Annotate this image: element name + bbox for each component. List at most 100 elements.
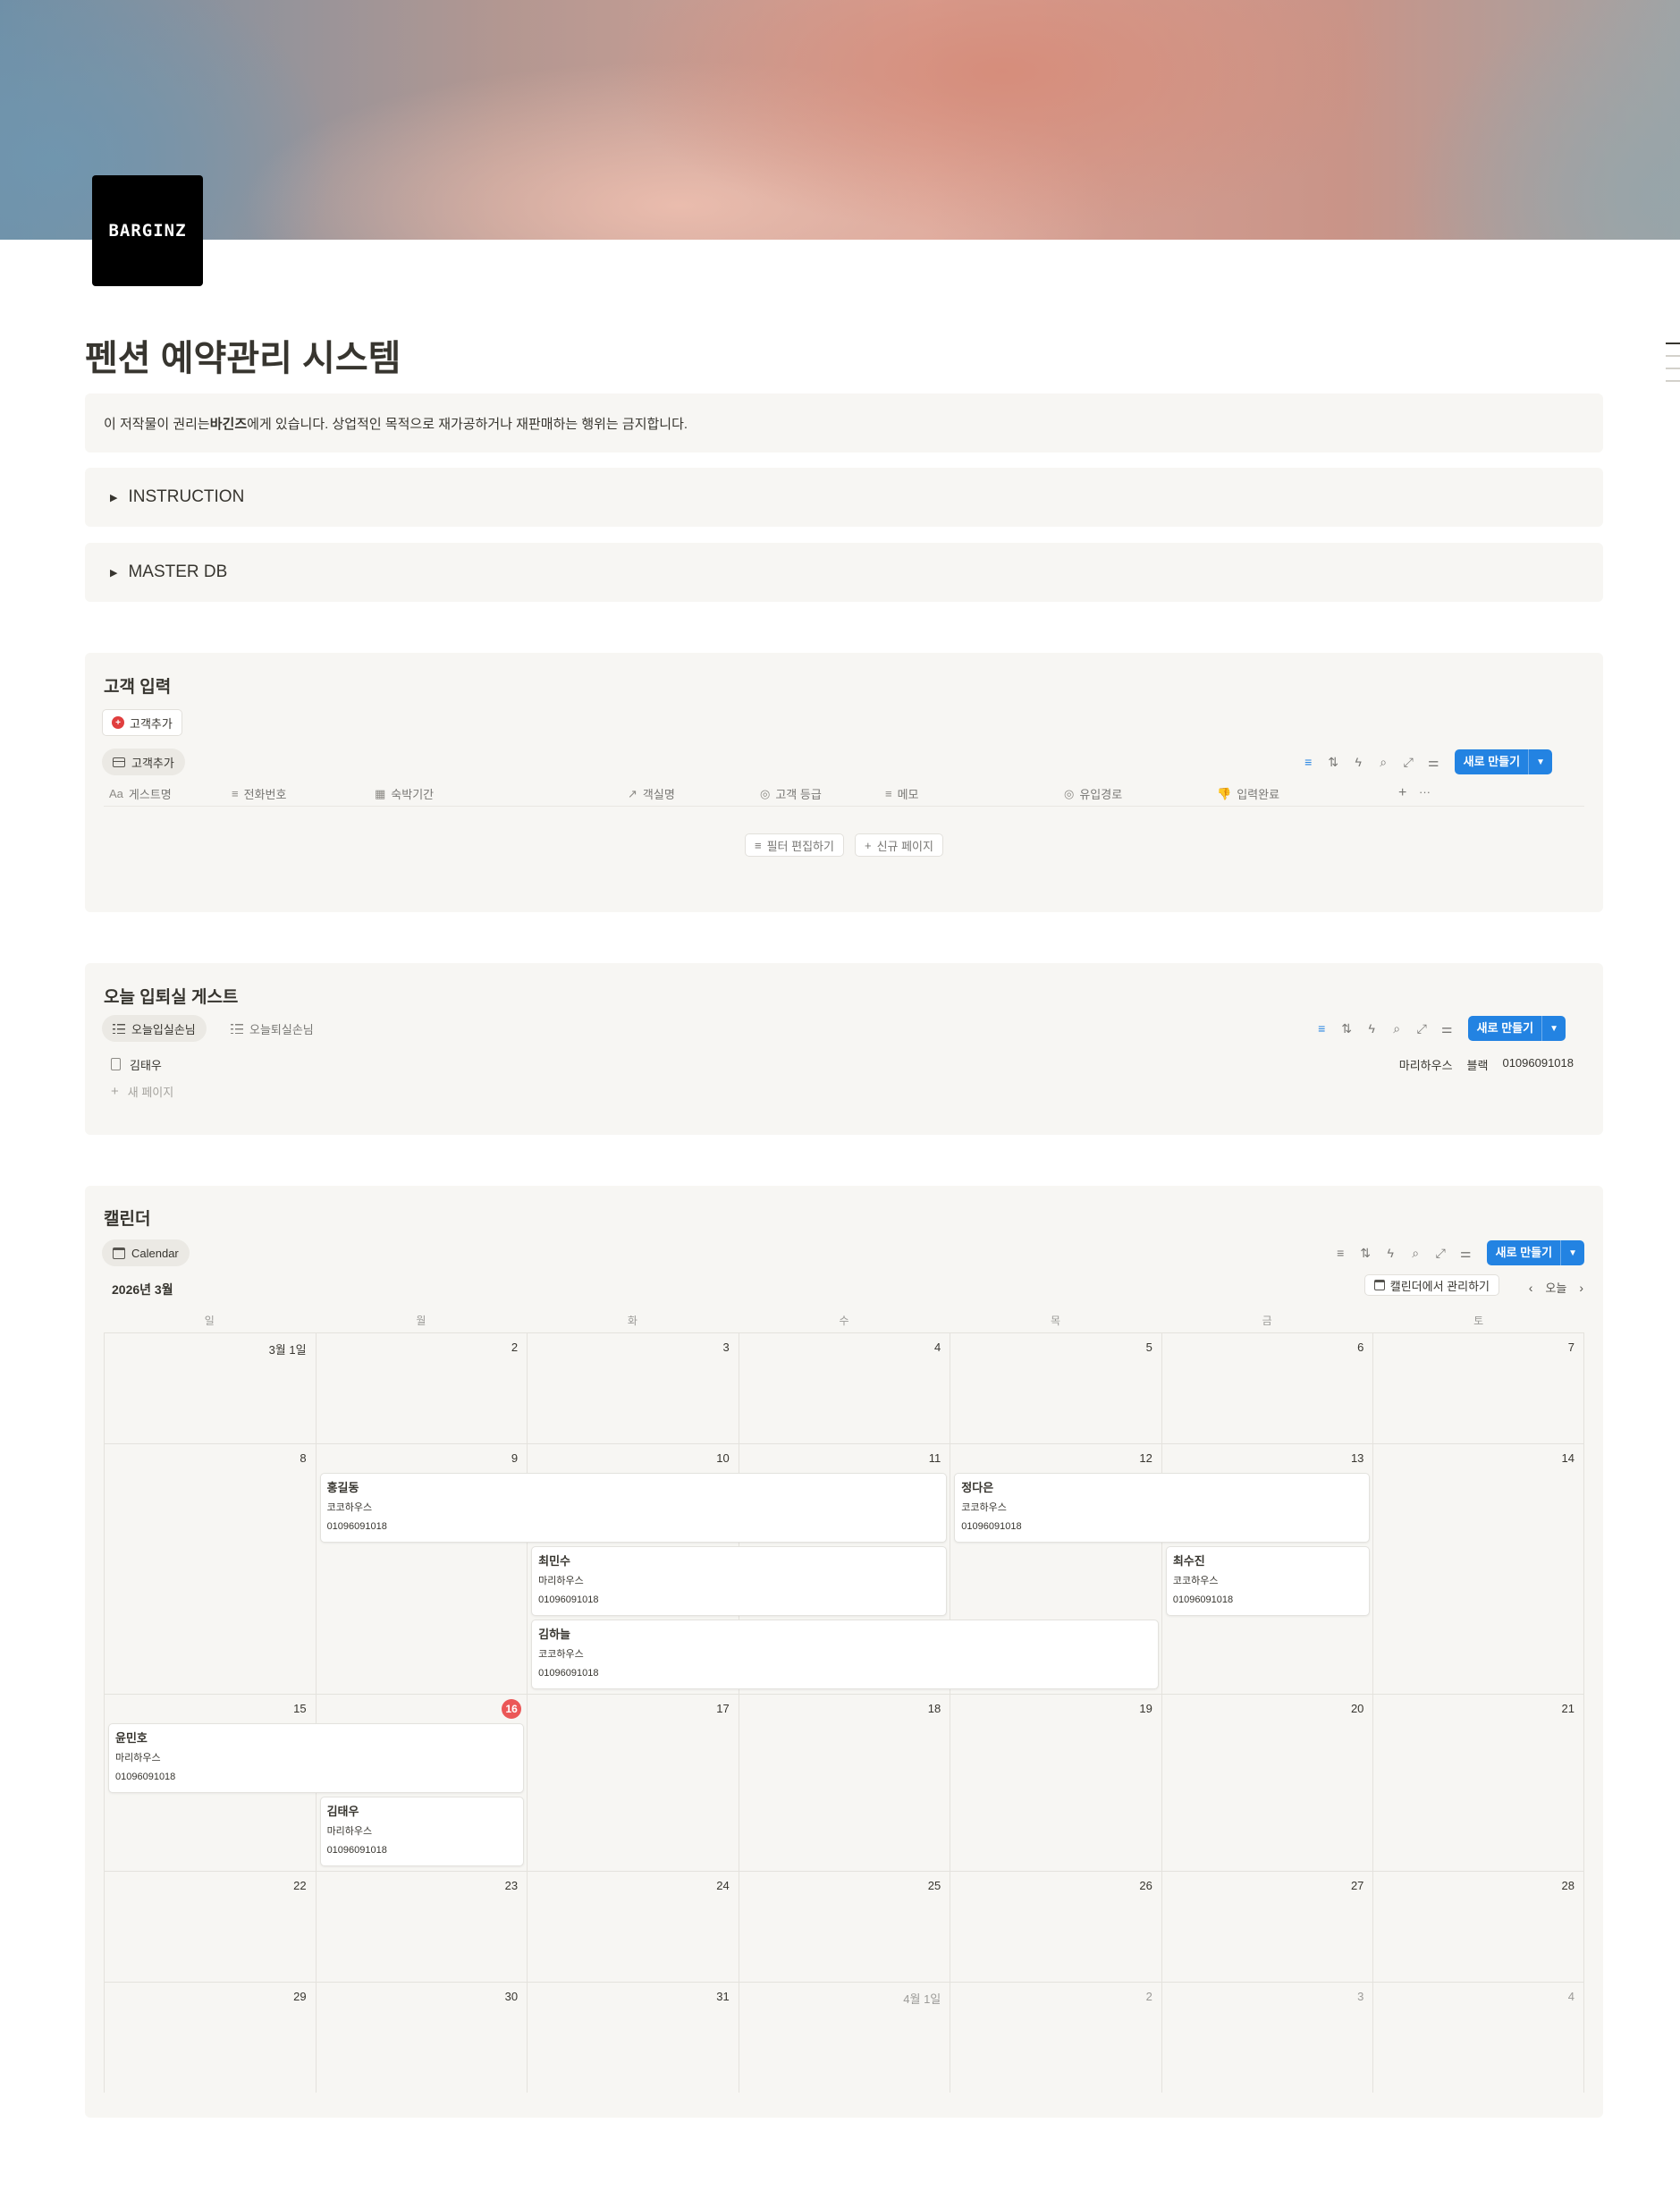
automation-icon[interactable]: ϟ — [1351, 755, 1366, 769]
expand-icon[interactable]: ⤢ — [1433, 1246, 1448, 1261]
calendar-day-cell[interactable]: 2 — [315, 1333, 528, 1443]
calendar-day-cell[interactable]: 3월 1일 — [104, 1333, 316, 1443]
chevron-right-icon[interactable]: › — [1579, 1281, 1583, 1295]
tab-today-checkout[interactable]: 오늘퇴실손님 — [220, 1015, 325, 1042]
calendar-day-cell[interactable]: 22 — [104, 1872, 316, 1982]
tab-today-checkin[interactable]: 오늘입실손님 — [102, 1015, 207, 1042]
calendar-event-card[interactable]: 김태우 마리하우스 01096091018 — [319, 1797, 525, 1866]
calendar-event-card[interactable]: 홍길동 코코하우스 01096091018 — [319, 1473, 948, 1543]
new-button[interactable]: 새로 만들기 ▼ — [1454, 749, 1552, 774]
list-item[interactable]: 김태우 마리하우스 블랙 01096091018 — [104, 1052, 1584, 1077]
calendar-day-cell[interactable]: 23 — [315, 1872, 528, 1982]
event-phone: 01096091018 — [1172, 1594, 1234, 1605]
calendar-day-cell[interactable]: 6 — [1161, 1333, 1373, 1443]
section-title: 고객 입력 — [104, 678, 172, 697]
calendar-day-cell[interactable]: 17 — [527, 1695, 739, 1871]
calendar-event-card[interactable]: 최민수 마리하우스 01096091018 — [531, 1546, 948, 1616]
view-tab-calendar[interactable]: Calendar — [102, 1239, 190, 1266]
filter-icon[interactable]: ≡ — [1301, 755, 1316, 769]
column-room[interactable]: ↗ 객실명 — [628, 785, 675, 802]
column-customer-grade[interactable]: ◎ 고객 등급 — [760, 785, 822, 802]
calendar-day-cell[interactable]: 25 — [738, 1872, 950, 1982]
automation-icon[interactable]: ϟ — [1364, 1021, 1380, 1036]
column-source[interactable]: ◎ 유입경로 — [1064, 785, 1122, 802]
calendar-week-row: 29 30 31 4월 1일 2 3 4 — [104, 1982, 1584, 2093]
search-icon[interactable]: ⌕ — [1389, 1021, 1405, 1036]
column-stay-period[interactable]: ▦ 숙박기간 — [375, 785, 434, 802]
calendar-day-cell[interactable]: 21 — [1372, 1695, 1584, 1871]
table-of-contents-indicator[interactable] — [1662, 343, 1680, 393]
calendar-day-cell[interactable]: 4 — [1372, 1983, 1584, 2093]
column-phone[interactable]: ≡ 전화번호 — [232, 785, 286, 802]
day-number: 9 — [511, 1451, 519, 1465]
calendar-day-cell[interactable]: 26 — [950, 1872, 1161, 1982]
plus-icon: + — [111, 1083, 119, 1099]
toggle-instruction[interactable]: ▶ INSTRUCTION — [85, 468, 1603, 527]
chevron-left-icon[interactable]: ‹ — [1529, 1281, 1533, 1295]
event-guest-name: 홍길동 — [326, 1481, 359, 1494]
new-page-button[interactable]: + 신규 페이지 — [854, 833, 943, 857]
filter-icon[interactable]: ≡ — [1314, 1021, 1330, 1036]
new-button[interactable]: 새로 만들기 ▼ — [1467, 1016, 1566, 1041]
calendar-event-card[interactable]: 윤민호 마리하우스 01096091018 — [108, 1723, 525, 1793]
chevron-down-icon[interactable]: ▼ — [1529, 757, 1552, 767]
more-options-icon[interactable]: ··· — [1419, 785, 1431, 799]
sort-icon[interactable]: ⇅ — [1326, 755, 1341, 770]
add-column-icon[interactable]: + — [1398, 785, 1406, 801]
today-button[interactable]: 오늘 — [1545, 1279, 1566, 1296]
search-icon[interactable]: ⌕ — [1376, 755, 1391, 770]
calendar-day-cell[interactable]: 7 — [1372, 1333, 1584, 1443]
calendar-event-card[interactable]: 최수진 코코하우스 01096091018 — [1165, 1546, 1371, 1616]
chevron-down-icon[interactable]: ▼ — [1542, 1024, 1566, 1034]
column-input-complete[interactable]: 👎 입력완료 — [1217, 785, 1279, 802]
toggle-triangle-icon[interactable]: ▶ — [110, 567, 117, 579]
calendar-week-row: 3월 1일 2 3 4 5 6 7 — [104, 1332, 1584, 1443]
toggle-master-db[interactable]: ▶ MASTER DB — [85, 543, 1603, 602]
new-button[interactable]: 새로 만들기 ▼ — [1486, 1240, 1584, 1265]
manage-in-calendar-button[interactable]: 캘린더에서 관리하기 — [1363, 1274, 1499, 1296]
calendar-day-cell[interactable]: 2 — [950, 1983, 1161, 2093]
edit-filter-button[interactable]: ≡ 필터 편집하기 — [745, 833, 844, 857]
calendar-day-cell[interactable]: 8 — [104, 1444, 316, 1694]
settings-icon[interactable]: ⚌ — [1458, 1246, 1473, 1261]
calendar-day-cell[interactable]: 3 — [1161, 1983, 1373, 2093]
column-guest-name[interactable]: Aa 게스트명 — [109, 785, 172, 802]
settings-icon[interactable]: ⚌ — [1439, 1021, 1455, 1036]
calendar-day-cell[interactable]: 31 — [527, 1983, 739, 2093]
sort-icon[interactable]: ⇅ — [1339, 1021, 1355, 1036]
event-phone: 01096091018 — [326, 1845, 387, 1856]
calendar-day-cell[interactable]: 5 — [950, 1333, 1161, 1443]
calendar-event-card[interactable]: 김하늘 코코하우스 01096091018 — [531, 1620, 1159, 1689]
calendar-day-cell[interactable]: 18 — [738, 1695, 950, 1871]
sort-icon[interactable]: ⇅ — [1358, 1246, 1373, 1261]
calendar-day-cell[interactable]: 19 — [950, 1695, 1161, 1871]
calendar-day-cell[interactable]: 3 — [527, 1333, 739, 1443]
calendar-day-cell[interactable]: 20 — [1161, 1695, 1373, 1871]
calendar-day-cell[interactable]: 27 — [1161, 1872, 1373, 1982]
column-memo[interactable]: ≡ 메모 — [885, 785, 919, 802]
calendar-day-cell[interactable]: 4 — [738, 1333, 950, 1443]
add-customer-button[interactable]: + 고객추가 — [102, 709, 182, 736]
chevron-down-icon[interactable]: ▼ — [1561, 1248, 1584, 1258]
search-icon[interactable]: ⌕ — [1408, 1246, 1423, 1261]
expand-icon[interactable]: ⤢ — [1414, 1021, 1430, 1036]
expand-icon[interactable]: ⤢ — [1401, 755, 1416, 770]
view-tab-label: Calendar — [131, 1246, 179, 1260]
filter-icon[interactable]: ≡ — [1333, 1246, 1348, 1260]
view-tab-customer-table[interactable]: 고객추가 — [102, 749, 185, 775]
calendar-day-cell[interactable]: 28 — [1372, 1872, 1584, 1982]
calendar-day-cell[interactable]: 30 — [315, 1983, 528, 2093]
calendar-event-card[interactable]: 정다은 코코하우스 01096091018 — [954, 1473, 1371, 1543]
add-new-page[interactable]: + 새 페이지 — [104, 1078, 1584, 1104]
calendar-day-cell[interactable]: 14 — [1372, 1444, 1584, 1694]
calendar-day-cell[interactable]: 29 — [104, 1983, 316, 2093]
calendar-day-cell[interactable]: 4월 1일 — [738, 1983, 950, 2093]
automation-icon[interactable]: ϟ — [1383, 1246, 1398, 1260]
settings-icon[interactable]: ⚌ — [1426, 755, 1441, 770]
toggle-triangle-icon[interactable]: ▶ — [110, 492, 117, 503]
text-property-icon: ≡ — [885, 787, 892, 800]
calendar-day-cell[interactable]: 24 — [527, 1872, 739, 1982]
event-guest-name: 정다은 — [961, 1481, 994, 1494]
relation-property-icon: ↗ — [628, 786, 637, 800]
event-phone: 01096091018 — [538, 1594, 599, 1605]
